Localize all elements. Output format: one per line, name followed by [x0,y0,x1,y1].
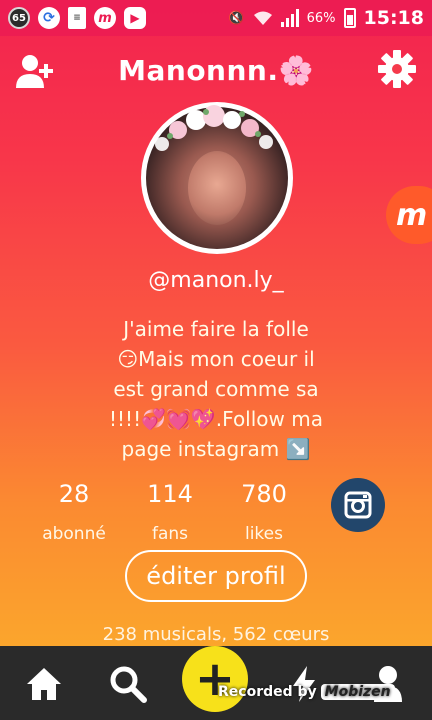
bio: J'aime faire la folle 😏Mais mon coeur il… [86,314,346,464]
recorder-watermark: Recorded by Mobizen [218,684,395,700]
musically-notification-icon: m [94,7,116,29]
status-bar: 65 ⟳ ≡ m ▶ 🔇 66% 15:18 [0,0,432,36]
instagram-button[interactable] [331,478,385,532]
bio-line: page instagram ↘️ [121,437,311,461]
likes-label[interactable]: likes [219,524,309,544]
video-camera-icon: ▶ [124,7,146,29]
clock: 15:18 [363,7,424,29]
musically-floating-button[interactable]: m [386,186,432,244]
bio-line: 😏Mais mon coeur il [117,347,315,371]
gear-icon [378,50,416,88]
instagram-icon [344,491,372,519]
musicals-hearts-summary: 238 musicals, 562 cœurs [102,624,330,645]
bio-line: est grand comme sa [113,377,319,401]
likes-count[interactable]: 780 [224,480,304,508]
nav-search[interactable] [104,660,152,708]
bottom-nav: + [0,646,432,720]
edit-profile-button[interactable]: éditer profil [125,550,307,602]
nav-home[interactable] [20,660,68,708]
signal-icon [280,9,299,27]
page-title: Manonnn.🌸 [118,54,314,87]
watermark-text: Recorded by [218,684,317,700]
settings-button[interactable] [376,48,418,90]
wifi-icon [253,11,272,25]
flower-crown-filter-icon [155,105,273,151]
fans-label[interactable]: fans [125,524,215,544]
battery-percent: 66% [306,10,336,26]
sync-app-icon: ⟳ [38,7,60,29]
musically-logo-icon: m [396,197,428,233]
mute-icon: 🔇 [228,10,245,26]
create-musical-button[interactable]: + [182,646,248,712]
watermark-brand: Mobizen [320,684,395,700]
fans-count[interactable]: 114 [130,480,210,508]
notification-count-icon: 65 [8,7,30,29]
bio-line: !!!!💞💓💖.Follow ma [109,407,323,431]
following-count[interactable]: 28 [34,480,114,508]
username: @manon.ly_ [148,268,284,293]
document-icon: ≡ [68,7,86,29]
following-label[interactable]: abonné [29,524,119,544]
search-icon [110,666,147,703]
home-icon [27,668,61,700]
battery-icon [343,8,356,28]
bio-line: J'aime faire la folle [123,317,309,341]
